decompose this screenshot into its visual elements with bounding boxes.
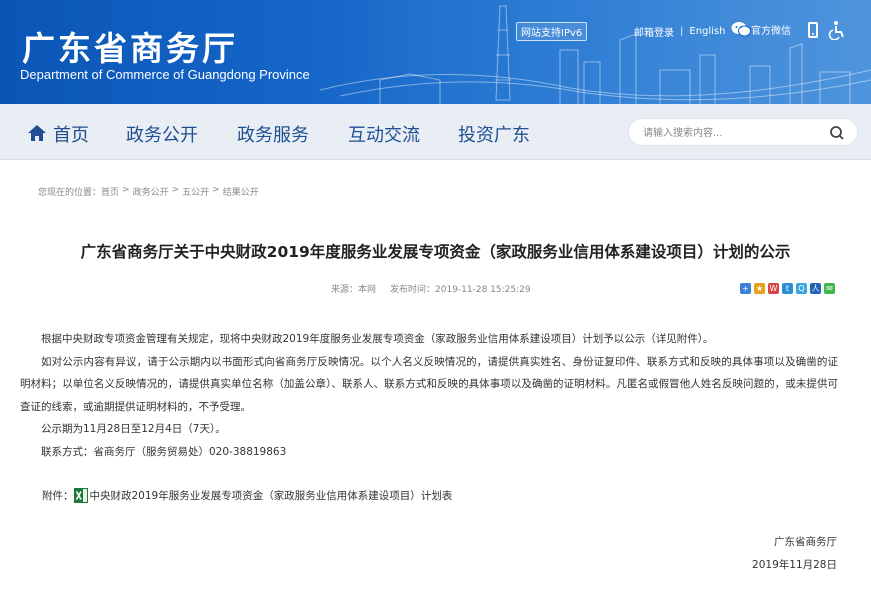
article-title: 广东省商务厅关于中央财政2019年度服务业发展专项资金（家政服务业信用体系建设项…	[80, 243, 791, 261]
breadcrumb-separator: >	[212, 185, 220, 195]
article-paragraph: 如对公示内容有异议，请于公示期内以书面形式向省商务厅反映情况。以个人名义反映情况…	[20, 355, 838, 413]
wechat-icon	[731, 22, 751, 37]
share-plus-icon[interactable]: +	[740, 283, 751, 294]
nav-item-government-services[interactable]: 政务服务	[237, 121, 309, 147]
attachment-link[interactable]: 中央财政2019年服务业发展专项资金（家政服务业信用体系建设项目）计划表	[90, 488, 453, 503]
wechat-label: 官方微信	[751, 25, 791, 37]
share-wechat-icon[interactable]: ✉	[824, 283, 835, 294]
article-body: 根据中央财政专项资金管理有关规定，现将中央财政2019年度服务业发展专项资金（家…	[20, 328, 838, 463]
breadcrumb-item-home[interactable]: 首页	[101, 185, 119, 198]
share-weibo-icon[interactable]: W	[768, 283, 779, 294]
nav-item-government-affairs[interactable]: 政务公开	[126, 121, 198, 147]
search-icon[interactable]	[829, 125, 845, 141]
signature-organization: 广东省商务厅	[774, 536, 837, 548]
attachment-label: 附件：	[42, 490, 74, 502]
article-paragraph: 联系方式：省商务厅（服务贸易处）020-38819863	[41, 445, 287, 458]
search-input[interactable]	[643, 125, 823, 141]
main-nav: 首页 政务公开 政务服务 互动交流 投资广东	[0, 104, 871, 160]
breadcrumb-item-five-disclosures[interactable]: 五公开	[182, 185, 209, 198]
breadcrumb-separator: >	[171, 185, 180, 195]
breadcrumb-item-result-disclosure[interactable]: 结果公开	[223, 185, 259, 198]
nav-item-interaction[interactable]: 互动交流	[348, 121, 420, 147]
breadcrumb-separator: >	[122, 185, 130, 195]
nav-item-invest-guangdong[interactable]: 投资广东	[458, 121, 530, 147]
signature-date: 2019年11月28日	[752, 559, 837, 571]
article-published-time: 发布时间：2019-11-28 15:25:29	[390, 285, 531, 295]
english-link[interactable]: English	[689, 26, 725, 37]
breadcrumb-item-government-affairs[interactable]: 政务公开	[133, 185, 169, 198]
mobile-icon[interactable]	[808, 22, 818, 38]
nav-item-home[interactable]: 首页	[53, 121, 89, 147]
share-buttons: + ★ W t Q 人 ✉	[740, 283, 835, 294]
share-tencent-weibo-icon[interactable]: t	[782, 283, 793, 294]
ipv6-badge: 网站支持IPv6	[516, 22, 588, 41]
article-meta: 来源：本网 发布时间：2019-11-28 15:25:29	[331, 282, 531, 295]
city-skyline-image	[320, 5, 871, 104]
article-paragraph: 公示期为11月28日至12月4日（7天）。	[41, 423, 226, 435]
article-paragraph: 根据中央财政专项资金管理有关规定，现将中央财政2019年度服务业发展专项资金（家…	[41, 333, 714, 345]
accessibility-icon[interactable]	[828, 20, 846, 40]
attachment-row: 附件： 中央财政2019年服务业发展专项资金（家政服务业信用体系建设项目）计划表	[42, 488, 452, 503]
mail-login-link[interactable]: 邮箱登录	[634, 24, 674, 39]
search-box	[628, 118, 858, 146]
share-renren-icon[interactable]: 人	[810, 283, 821, 294]
wechat-link[interactable]: 官方微信	[731, 21, 791, 37]
top-links: 邮箱登录 | English	[634, 24, 725, 39]
article-source: 来源：本网	[331, 285, 377, 295]
breadcrumb: 您现在的位置： 首页 > 政务公开 > 五公开 > 结果公开	[38, 185, 259, 198]
breadcrumb-prefix: 您现在的位置：	[38, 188, 102, 198]
site-title: 广东省商务厅	[22, 29, 238, 68]
site-subtitle: Department of Commerce of Guangdong Prov…	[20, 67, 310, 82]
excel-file-icon	[73, 488, 88, 503]
header-banner: 广东省商务厅 Department of Commerce of Guangdo…	[0, 0, 871, 104]
link-separator: |	[680, 26, 684, 37]
home-icon[interactable]	[27, 124, 47, 142]
share-qq-icon[interactable]: Q	[796, 283, 807, 294]
share-qzone-icon[interactable]: ★	[754, 283, 765, 294]
